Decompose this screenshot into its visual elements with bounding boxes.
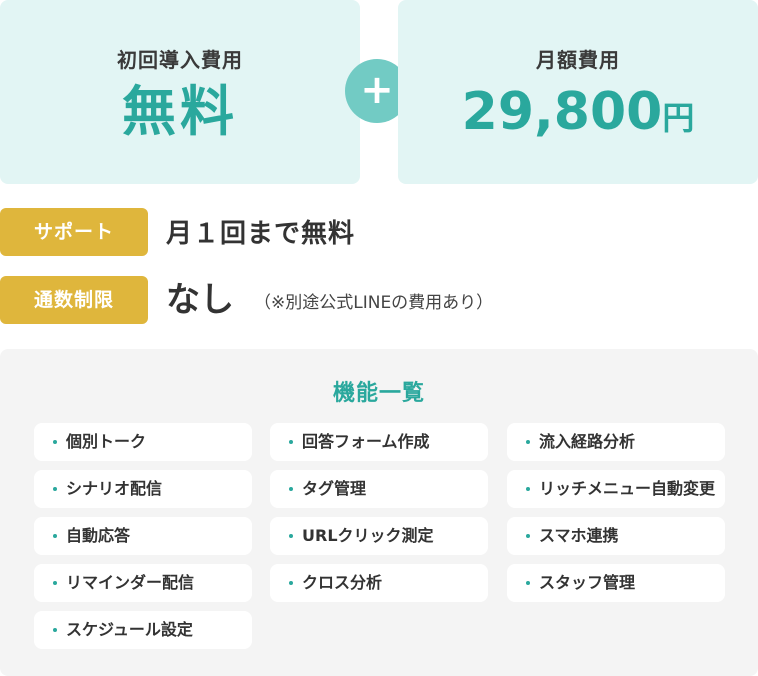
support-badge: サポート <box>0 208 148 256</box>
bullet-icon <box>526 534 530 538</box>
bullet-icon <box>53 581 57 585</box>
initial-fee-label: 初回導入費用 <box>117 48 243 72</box>
message-limit-text: なし <box>166 280 234 320</box>
feature-item: 自動応答 <box>34 517 252 555</box>
monthly-fee-card: 月額費用 29,800円 <box>398 0 758 184</box>
monthly-fee-amount: 29,800 <box>461 82 663 142</box>
feature-item: 個別トーク <box>34 423 252 461</box>
features-title: 機能一覧 <box>332 381 425 406</box>
bullet-icon <box>526 487 530 491</box>
feature-item: スケジュール設定 <box>34 611 252 649</box>
message-limit-note: （※別途公式LINEの費用あり） <box>254 293 494 313</box>
monthly-fee-unit: 円 <box>662 99 695 137</box>
feature-item: URLクリック測定 <box>270 517 488 555</box>
monthly-fee-label: 月額費用 <box>536 48 620 72</box>
support-text: 月１回まで無料 <box>166 219 356 249</box>
initial-fee-card: 初回導入費用 無料 <box>0 0 360 184</box>
monthly-fee-value: 29,800円 <box>398 76 758 154</box>
feature-item: 回答フォーム作成 <box>270 423 488 461</box>
bullet-icon <box>289 581 293 585</box>
feature-item: 流入経路分析 <box>507 423 725 461</box>
feature-item: シナリオ配信 <box>34 470 252 508</box>
bullet-icon <box>53 440 57 444</box>
bullet-icon <box>289 440 293 444</box>
feature-item: タグ管理 <box>270 470 488 508</box>
bullet-icon <box>53 628 57 632</box>
feature-item: クロス分析 <box>270 564 488 602</box>
bullet-icon <box>53 534 57 538</box>
features-panel: 機能一覧 個別トーク シナリオ配信 自動応答 リマインダー配信 スケジュール設定… <box>0 349 758 676</box>
bullet-icon <box>526 440 530 444</box>
initial-fee-value: 無料 <box>122 80 238 143</box>
bullet-icon <box>289 487 293 491</box>
bullet-icon <box>526 581 530 585</box>
feature-item: スタッフ管理 <box>507 564 725 602</box>
message-limit-badge: 通数制限 <box>0 276 148 324</box>
feature-item: リッチメニュー自動変更 <box>507 470 725 508</box>
bullet-icon <box>289 534 293 538</box>
bullet-icon <box>53 487 57 491</box>
feature-item: リマインダー配信 <box>34 564 252 602</box>
feature-item: スマホ連携 <box>507 517 725 555</box>
